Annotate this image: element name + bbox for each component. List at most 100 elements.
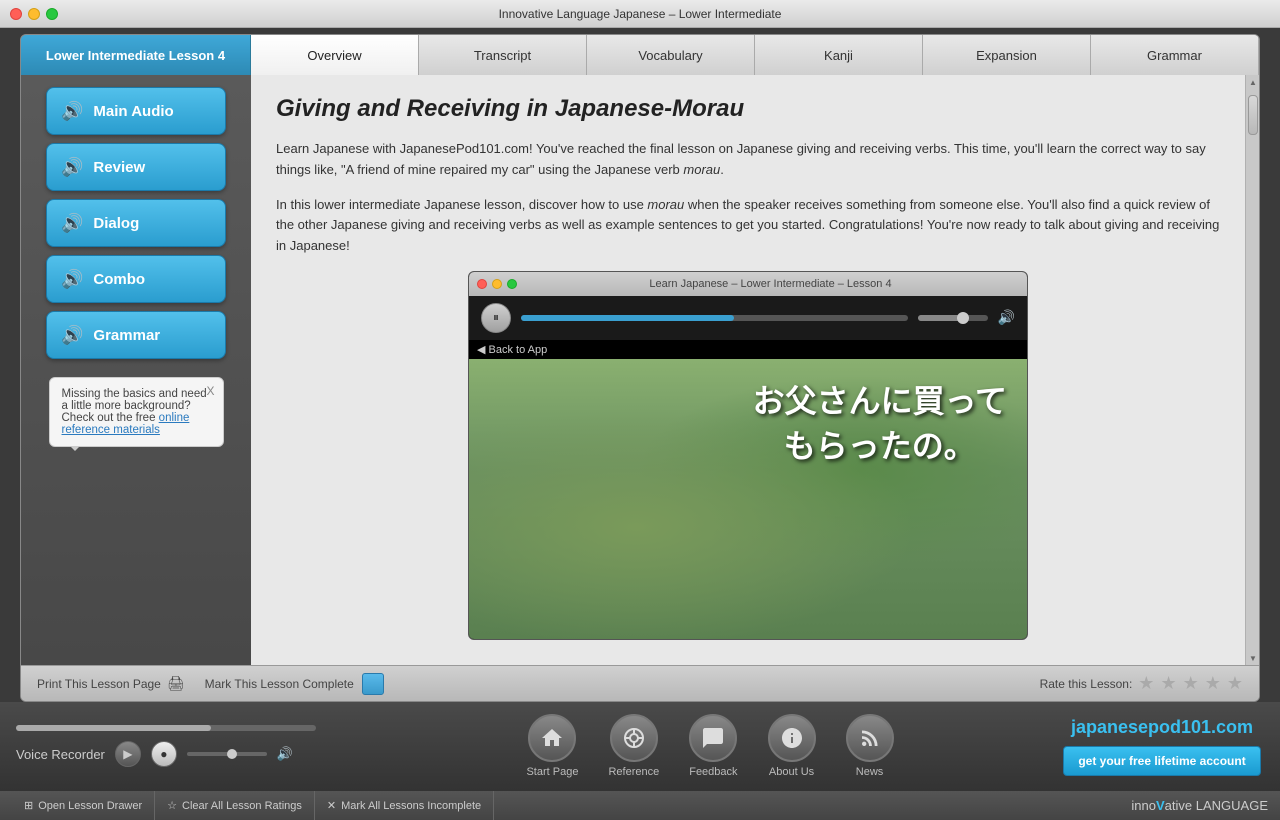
star-icon: ☆ — [167, 799, 177, 812]
brand-footer: innoVative LANGUAGE — [1131, 798, 1268, 813]
tab-expansion[interactable]: Expansion — [923, 35, 1091, 75]
window-title: Innovative Language Japanese – Lower Int… — [499, 7, 782, 21]
tab-vocabulary[interactable]: Vocabulary — [587, 35, 755, 75]
mark-incomplete-label: Mark All Lessons Incomplete — [341, 800, 481, 812]
star-1[interactable]: ★ — [1138, 673, 1154, 694]
voice-recorder-row: Voice Recorder ▶ ● 🔊 — [16, 741, 344, 767]
scroll-up-arrow[interactable]: ▲ — [1246, 75, 1259, 89]
volume-bar[interactable] — [918, 315, 988, 321]
play-pause-button[interactable]: ⏸ — [481, 303, 511, 333]
speaker-icon-5: 🔊 — [61, 325, 83, 346]
cta-section: japanesepod101.com get your free lifetim… — [1060, 717, 1280, 776]
speaker-icon-4: 🔊 — [61, 269, 83, 290]
grammar-button[interactable]: 🔊 Grammar — [46, 311, 226, 359]
open-lesson-drawer[interactable]: ⊞ Open Lesson Drawer — [12, 791, 155, 820]
combo-button[interactable]: 🔊 Combo — [46, 255, 226, 303]
tab-grammar[interactable]: Grammar — [1091, 35, 1259, 75]
clear-ratings-label: Clear All Lesson Ratings — [182, 800, 302, 812]
feedback-nav[interactable]: Feedback — [689, 714, 737, 778]
minimize-button[interactable] — [28, 8, 40, 20]
scroll-down-arrow[interactable]: ▼ — [1246, 651, 1259, 665]
lesson-paragraph-2: In this lower intermediate Japanese less… — [276, 195, 1220, 257]
star-4[interactable]: ★ — [1205, 673, 1221, 694]
cta-button[interactable]: get your free lifetime account — [1063, 746, 1260, 776]
lesson-header: Lower Intermediate Lesson 4 Overview Tra… — [21, 35, 1259, 75]
player-maximize[interactable] — [507, 279, 517, 289]
complete-checkbox[interactable] — [362, 673, 384, 695]
brand-text: japanesepod101.com — [1071, 717, 1253, 737]
content-area: 🔊 Main Audio 🔊 Review 🔊 Dialog 🔊 Combo 🔊… — [21, 75, 1259, 665]
back-to-app-button[interactable]: ◀ Back to App — [469, 340, 1027, 359]
news-label: News — [856, 766, 884, 778]
tab-overview[interactable]: Overview — [251, 35, 419, 75]
about-icon — [768, 714, 816, 762]
feedback-icon — [689, 714, 737, 762]
mark-complete-label: Mark This Lesson Complete — [205, 677, 354, 691]
close-infobox-button[interactable]: X — [206, 384, 214, 398]
review-label: Review — [93, 159, 145, 176]
reference-icon — [610, 714, 658, 762]
titlebar: Innovative Language Japanese – Lower Int… — [0, 0, 1280, 28]
main-content: Giving and Receiving in Japanese-Morau L… — [251, 75, 1245, 665]
start-page-label: Start Page — [526, 766, 578, 778]
volume-fill — [918, 315, 960, 321]
maximize-button[interactable] — [46, 8, 58, 20]
progress-bar[interactable] — [521, 315, 908, 321]
speaker-icon: 🔊 — [61, 101, 83, 122]
main-window: Lower Intermediate Lesson 4 Overview Tra… — [20, 34, 1260, 702]
scrollbar-thumb[interactable] — [1248, 95, 1258, 135]
sidebar: 🔊 Main Audio 🔊 Review 🔊 Dialog 🔊 Combo 🔊… — [21, 75, 251, 665]
star-5[interactable]: ★ — [1227, 673, 1243, 694]
bottom-toolbar: ⊞ Open Lesson Drawer ☆ Clear All Lesson … — [0, 790, 1280, 820]
volume-icon: 🔊 — [998, 309, 1015, 326]
x-icon: ✕ — [327, 799, 336, 812]
star-2[interactable]: ★ — [1160, 673, 1176, 694]
nav-icons: Start Page Reference Feedba — [360, 714, 1060, 778]
printer-icon[interactable]: 🖨 — [167, 675, 185, 692]
voice-recorder-label: Voice Recorder — [16, 747, 105, 762]
review-button[interactable]: 🔊 Review — [46, 143, 226, 191]
star-3[interactable]: ★ — [1183, 673, 1199, 694]
player-controls: ⏸ 🔊 — [469, 296, 1027, 340]
video-player: Learn Japanese – Lower Intermediate – Le… — [468, 271, 1028, 640]
clear-ratings-button[interactable]: ☆ Clear All Lesson Ratings — [155, 791, 315, 820]
lesson-paragraph-1: Learn Japanese with JapanesePod101.com! … — [276, 139, 1220, 181]
start-page-nav[interactable]: Start Page — [526, 714, 578, 778]
main-audio-button[interactable]: 🔊 Main Audio — [46, 87, 226, 135]
player-minimize[interactable] — [492, 279, 502, 289]
main-audio-label: Main Audio — [93, 103, 173, 120]
about-nav[interactable]: About Us — [768, 714, 816, 778]
speaker-icon-3: 🔊 — [61, 213, 83, 234]
player-close[interactable] — [477, 279, 487, 289]
news-icon — [846, 714, 894, 762]
traffic-lights — [10, 8, 58, 20]
play-button[interactable]: ▶ — [115, 741, 141, 767]
video-frame: お父さんに買ってもらったの。 — [469, 359, 1027, 639]
close-button[interactable] — [10, 8, 22, 20]
mark-incomplete-button[interactable]: ✕ Mark All Lessons Incomplete — [315, 791, 494, 820]
reference-label: Reference — [608, 766, 659, 778]
lesson-heading: Giving and Receiving in Japanese-Morau — [276, 95, 1220, 123]
tab-transcript[interactable]: Transcript — [419, 35, 587, 75]
volume-knob[interactable] — [957, 312, 969, 324]
open-drawer-label: Open Lesson Drawer — [38, 800, 142, 812]
footer-progress-bar[interactable] — [16, 725, 316, 731]
rate-label: Rate this Lesson: — [1040, 677, 1133, 691]
dialog-label: Dialog — [93, 215, 139, 232]
footer-progress-fill — [16, 725, 211, 731]
mark-complete-section: Mark This Lesson Complete — [205, 673, 384, 695]
reference-nav[interactable]: Reference — [608, 714, 659, 778]
record-button[interactable]: ● — [151, 741, 177, 767]
drawer-icon: ⊞ — [24, 799, 33, 812]
news-nav[interactable]: News — [846, 714, 894, 778]
dialog-button[interactable]: 🔊 Dialog — [46, 199, 226, 247]
tab-kanji[interactable]: Kanji — [755, 35, 923, 75]
scrollbar: ▲ ▼ — [1245, 75, 1259, 665]
lesson-title-bar: Lower Intermediate Lesson 4 — [21, 35, 251, 75]
home-icon — [528, 714, 576, 762]
grammar-label: Grammar — [93, 327, 160, 344]
voice-slider[interactable] — [187, 752, 267, 756]
progress-fill — [521, 315, 734, 321]
voice-slider-knob[interactable] — [227, 749, 237, 759]
about-label: About Us — [769, 766, 814, 778]
